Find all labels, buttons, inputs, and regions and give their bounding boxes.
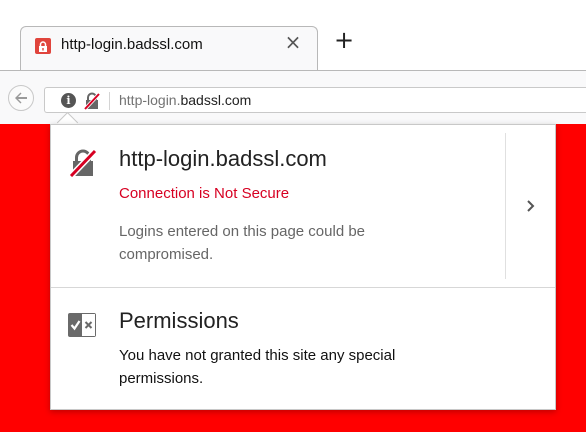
security-section: http-login.badssl.com Connection is Not … bbox=[51, 125, 555, 287]
back-arrow-icon bbox=[15, 92, 27, 104]
insecure-lock-favicon-icon bbox=[35, 38, 51, 54]
tab-active[interactable]: http-login.badssl.com × bbox=[20, 26, 318, 70]
chevron-right-icon bbox=[526, 200, 534, 212]
info-icon[interactable]: i bbox=[61, 93, 76, 108]
url-text[interactable]: http-login.badssl.com bbox=[119, 92, 251, 108]
url-prefix: http-login. bbox=[119, 92, 181, 108]
struck-lock-icon[interactable] bbox=[83, 92, 101, 110]
tab-title: http-login.badssl.com bbox=[61, 36, 203, 53]
security-more-button[interactable] bbox=[506, 125, 555, 287]
tab-close-icon[interactable]: × bbox=[283, 32, 303, 52]
back-button[interactable] bbox=[8, 85, 34, 111]
security-info: http-login.badssl.com Connection is Not … bbox=[51, 125, 505, 287]
url-bar[interactable]: i http-login.badssl.com bbox=[44, 87, 586, 113]
security-description: Logins entered on this page could be com… bbox=[119, 223, 366, 263]
struck-lock-icon bbox=[69, 149, 97, 177]
site-host: http-login.badssl.com bbox=[119, 146, 327, 171]
url-separator bbox=[109, 92, 110, 110]
permissions-icon bbox=[68, 313, 96, 337]
new-tab-button[interactable]: + bbox=[332, 28, 356, 52]
url-domain: badssl.com bbox=[180, 92, 252, 108]
tab-strip: http-login.badssl.com × + bbox=[0, 0, 586, 70]
permissions-section: Permissions You have not granted this si… bbox=[51, 288, 555, 409]
permissions-title: Permissions bbox=[119, 308, 239, 333]
identity-popup: http-login.badssl.com Connection is Not … bbox=[50, 124, 556, 410]
navigation-bar: i http-login.badssl.com bbox=[0, 70, 586, 124]
permissions-description: You have not granted this site any speci… bbox=[119, 347, 396, 387]
connection-status: Connection is Not Secure bbox=[119, 185, 290, 202]
